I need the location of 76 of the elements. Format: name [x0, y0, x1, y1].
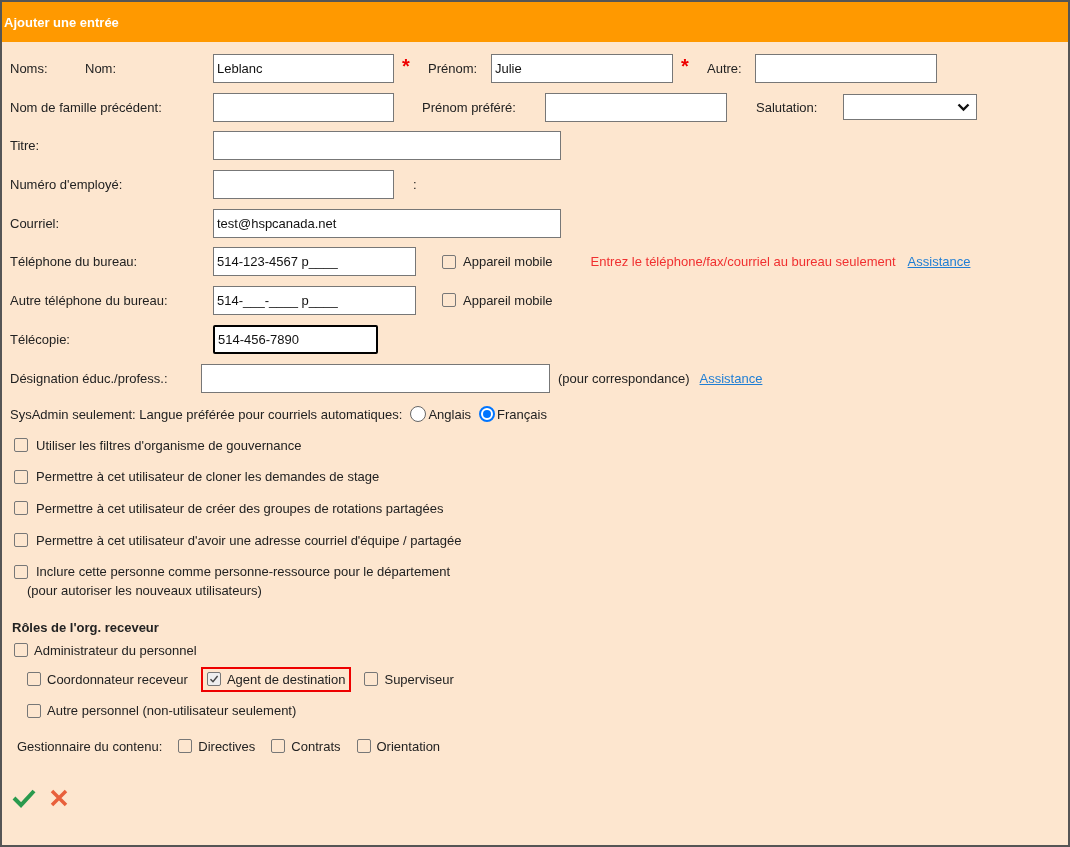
- checkbox-label: Administrateur du personnel: [34, 642, 197, 658]
- field-label: Titre:: [10, 138, 41, 154]
- checkbox[interactable]: [14, 501, 28, 516]
- first-name-field[interactable]: Julie: [491, 53, 673, 83]
- required-asterisk: *: [680, 56, 690, 76]
- checkbox-label: Permettre à cet utilisateur de créer des groupes de rotations partagées: [36, 501, 444, 516]
- field-label: Autre:: [707, 60, 743, 76]
- checkbox[interactable]: [442, 254, 456, 269]
- section-title: Rôles de l'org. receveur: [12, 619, 159, 635]
- checkbox[interactable]: [14, 564, 28, 579]
- phone-field[interactable]: 514-123-4567 p____: [213, 247, 416, 277]
- field-label: Autre téléphone du bureau:: [10, 292, 169, 308]
- checkbox[interactable]: [14, 643, 28, 658]
- checkbox[interactable]: [178, 739, 193, 754]
- checkbox[interactable]: [206, 672, 221, 687]
- field-label: Désignation éduc./profess.:: [10, 371, 169, 386]
- field-label: Noms:: [10, 60, 49, 76]
- checkbox-label: Coordonnateur receveur: [47, 671, 188, 687]
- field-label: Nom de famille précédent:: [10, 99, 163, 115]
- required-asterisk: *: [401, 56, 411, 76]
- checkbox[interactable]: [442, 293, 456, 308]
- checkbox-label: Utiliser les filtres d'organisme de gouvernance: [36, 437, 302, 453]
- radio-label: Anglais: [428, 406, 472, 422]
- fax-field[interactable]: 514-456-7890: [213, 324, 378, 354]
- field-label: Prénom:: [428, 60, 479, 76]
- radio-button[interactable]: [410, 406, 427, 422]
- help-link[interactable]: Assistance: [699, 371, 763, 386]
- radio-button[interactable]: [479, 406, 496, 422]
- checkbox[interactable]: [14, 469, 28, 484]
- checkbox-label: Contrats: [291, 738, 341, 754]
- field-label: Salutation:: [756, 99, 819, 115]
- field-label: Gestionnaire du contenu:: [17, 738, 163, 754]
- checkbox-label: Appareil mobile: [463, 254, 553, 270]
- field-label: Prénom préféré:: [422, 99, 517, 115]
- checkbox-label: Permettre à cet utilisateur de cloner les demandes de stage: [36, 469, 380, 485]
- field-label: Numéro d'employé:: [10, 176, 124, 192]
- checkbox[interactable]: [27, 672, 41, 687]
- checkbox-label: Autre personnel (non-utilisateur seulement): [47, 703, 297, 719]
- chevron-down-icon: [957, 102, 970, 112]
- checkbox-label: Inclure cette personne comme personne-ressource pour le département: [36, 564, 451, 580]
- checkbox-label: Directives: [198, 738, 256, 754]
- field-note: (pour correspondance): [558, 371, 690, 386]
- checkbox-label: Superviseur: [384, 671, 454, 687]
- checkbox[interactable]: [27, 703, 41, 718]
- checkbox[interactable]: [271, 739, 286, 754]
- radio-label: Français: [497, 406, 547, 422]
- previous-name-field[interactable]: [213, 92, 394, 122]
- field-label: Télécopie:: [10, 331, 71, 347]
- checkbox-note: (pour autoriser les nouveaux utilisateurs): [27, 582, 262, 598]
- checkbox-label: Appareil mobile: [463, 292, 553, 308]
- phone-field[interactable]: 514-___-____ p____: [213, 285, 416, 315]
- field-label: SysAdmin seulement: Langue préférée pour courriels automatiques:: [10, 406, 403, 422]
- field-label: Nom:: [85, 60, 118, 76]
- checkbox[interactable]: [364, 672, 379, 687]
- field-label: :: [413, 176, 417, 192]
- window-title: Ajouter une entrée: [4, 14, 119, 30]
- other-name-field[interactable]: [755, 53, 937, 83]
- field-label: Courriel:: [10, 215, 61, 231]
- salutation-dropdown[interactable]: [843, 94, 977, 121]
- checkmark-icon[interactable]: [12, 788, 36, 809]
- checkbox[interactable]: [14, 438, 28, 453]
- checkbox[interactable]: [14, 533, 28, 548]
- checkbox-label: Orientation: [376, 738, 441, 754]
- checkbox-label: Agent de destination: [226, 671, 346, 687]
- employee-number-field[interactable]: [213, 169, 394, 199]
- help-link[interactable]: Assistance: [907, 254, 971, 270]
- close-icon[interactable]: [50, 789, 68, 808]
- checkbox-label: Permettre à cet utilisateur d'avoir une adresse courriel d'équipe / partagée: [36, 532, 462, 548]
- preferred-name-field[interactable]: [545, 92, 727, 122]
- checkbox[interactable]: [356, 739, 371, 754]
- email-field[interactable]: test@hspcanada.net: [213, 208, 561, 238]
- designation-field[interactable]: [201, 364, 550, 393]
- last-name-field[interactable]: Leblanc: [213, 53, 394, 83]
- title-field[interactable]: [213, 131, 561, 161]
- field-label: Téléphone du bureau:: [10, 254, 139, 270]
- warning-text: Entrez le téléphone/fax/courriel au bureau seulement: [590, 254, 896, 270]
